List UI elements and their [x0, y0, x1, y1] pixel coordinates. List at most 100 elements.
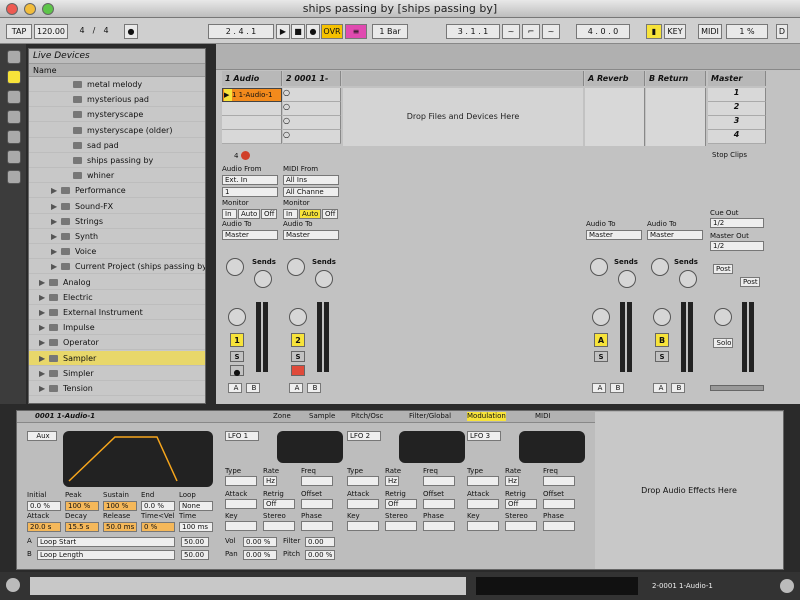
lfo-field[interactable]: Hz [385, 476, 399, 486]
lfo-field[interactable] [263, 521, 295, 531]
browser-item[interactable]: mysterious pad [29, 92, 205, 108]
browser-item[interactable]: ▶ Analog [29, 275, 205, 290]
lfo-field[interactable] [543, 499, 575, 509]
waveform-preview[interactable] [476, 577, 638, 595]
xfade-a-2[interactable]: A [289, 383, 303, 393]
play-icon[interactable]: ▶ [276, 24, 290, 39]
browser-item[interactable]: ▶ Strings [29, 214, 205, 229]
lfo-field[interactable] [385, 521, 417, 531]
files-icon[interactable] [7, 110, 21, 124]
filter-field[interactable]: 0.00 [305, 537, 335, 547]
lfo-field[interactable]: Off [385, 499, 417, 509]
solo-2[interactable]: S [291, 351, 305, 362]
clip-slot[interactable] [222, 130, 282, 144]
xfade-b-a[interactable]: B [610, 383, 624, 393]
env-time-value[interactable]: 100 ms [179, 522, 213, 532]
mod-b-amount[interactable]: 50.00 [181, 550, 209, 560]
minimize-icon[interactable] [24, 3, 36, 15]
track-activator-a[interactable]: A [594, 333, 608, 347]
browser-item[interactable]: ▶ Voice [29, 244, 205, 260]
xfade-a-a[interactable]: A [592, 383, 606, 393]
tab-pitch-osc[interactable]: Pitch/Osc [351, 412, 383, 421]
envelope-display[interactable] [63, 431, 213, 487]
browser-toggle-icon[interactable] [7, 50, 21, 64]
monitor-off-2[interactable]: Off [322, 209, 338, 219]
lfo-tab-1[interactable]: LFO 1 [225, 431, 259, 441]
clip-slot[interactable] [222, 102, 282, 116]
track-header-master[interactable]: Master [708, 71, 766, 86]
sig-den[interactable]: 4 [100, 24, 112, 37]
env-time-value[interactable]: 50.0 ms [103, 522, 137, 532]
track-activator-2[interactable]: 2 [291, 333, 305, 347]
audio-to-select-1[interactable]: Master [222, 230, 278, 240]
monitor-in-1[interactable]: In [222, 209, 237, 219]
env-param-value[interactable]: 100 % [65, 501, 99, 511]
clip-slot[interactable]: ○ [283, 116, 341, 130]
send-b-knob-b[interactable] [679, 270, 697, 288]
lfo-field[interactable] [467, 499, 499, 509]
browser-item[interactable]: ▶ Impulse [29, 320, 205, 336]
lfo-field[interactable]: Hz [263, 476, 277, 486]
solo-b[interactable]: S [655, 351, 669, 362]
tap-button[interactable]: TAP [6, 24, 32, 39]
lfo-field[interactable] [423, 521, 455, 531]
live-devices-icon[interactable] [7, 70, 21, 84]
midi-button[interactable]: MIDI [698, 24, 722, 39]
browser-name-column[interactable]: Name [29, 64, 205, 77]
overview-bar[interactable] [216, 44, 800, 70]
browser-item[interactable]: ▶ Simpler [29, 366, 205, 381]
close-icon[interactable] [6, 3, 18, 15]
lfo-field[interactable] [225, 476, 257, 486]
lfo-tab-2[interactable]: LFO 2 [347, 431, 381, 441]
browser-item[interactable]: mysteryscape [29, 107, 205, 123]
pan-knob-2[interactable] [289, 308, 307, 326]
browser-item[interactable]: ▶ Tension [29, 381, 205, 396]
key-button[interactable]: KEY [664, 24, 686, 39]
audio-to-select-b[interactable]: Master [647, 230, 703, 240]
tab-zone[interactable]: Zone [273, 412, 291, 421]
lfo-field[interactable] [543, 521, 575, 531]
return-slots[interactable] [646, 88, 706, 146]
punch-out-icon[interactable]: ~ [542, 24, 560, 39]
lfo-field[interactable]: Off [505, 499, 537, 509]
lfo-field[interactable] [423, 476, 455, 486]
lfo-field[interactable] [347, 499, 379, 509]
loop-length[interactable]: 4 . 0 . 0 [576, 24, 630, 39]
folder-icon[interactable] [7, 130, 21, 144]
crossfader[interactable] [710, 385, 764, 391]
send-b-knob-2[interactable] [315, 270, 333, 288]
stop-clips[interactable]: Stop Clips [712, 151, 747, 160]
lfo-field[interactable] [225, 521, 257, 531]
lfo-tab-3[interactable]: LFO 3 [467, 431, 501, 441]
lfo-field[interactable]: Off [263, 499, 295, 509]
midi-from-channel[interactable]: All Channe [283, 187, 339, 197]
track-header-reverb[interactable]: A Reverb [585, 71, 645, 86]
loop-position[interactable]: 3 . 1 . 1 [446, 24, 500, 39]
audio-effects-drop[interactable]: Drop Audio Effects Here [595, 412, 783, 569]
send-b-knob-1[interactable] [254, 270, 272, 288]
xfade-b-2[interactable]: B [307, 383, 321, 393]
browser-item[interactable]: sad pad [29, 138, 205, 153]
vol-field[interactable]: 0.00 % [243, 537, 277, 547]
punch-in-icon[interactable]: ~ [502, 24, 520, 39]
send-a-knob-2[interactable] [287, 258, 305, 276]
audio-to-select-2[interactable]: Master [283, 230, 339, 240]
audio-to-select-a[interactable]: Master [586, 230, 642, 240]
audio-from-channel[interactable]: 1 [222, 187, 278, 197]
pan-field[interactable]: 0.00 % [243, 550, 277, 560]
detail-toggle-icon[interactable] [780, 579, 794, 593]
track-activator-b[interactable]: B [655, 333, 669, 347]
xfade-b-1[interactable]: B [246, 383, 260, 393]
env-param-value[interactable]: None [179, 501, 213, 511]
env-time-value[interactable]: 20.0 s [27, 522, 61, 532]
solo-a[interactable]: S [594, 351, 608, 362]
lfo-field[interactable] [505, 521, 537, 531]
xfade-a-b[interactable]: A [653, 383, 667, 393]
lfo-field[interactable] [467, 521, 499, 531]
tab-sample[interactable]: Sample [309, 412, 335, 421]
scene-4[interactable]: 4 [708, 130, 766, 144]
tab-filter-global[interactable]: Filter/Global [409, 412, 451, 421]
aux-button[interactable]: Aux [27, 431, 57, 441]
monitor-auto-1[interactable]: Auto [238, 209, 260, 219]
solo-button[interactable]: Solo [713, 338, 733, 348]
